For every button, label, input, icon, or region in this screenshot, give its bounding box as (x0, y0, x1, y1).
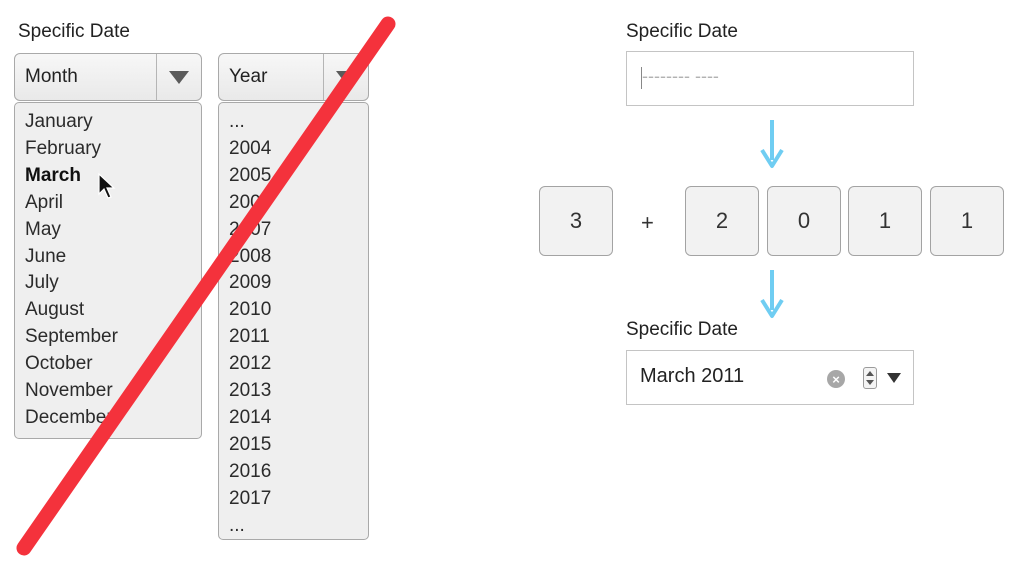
key-2[interactable]: 2 (685, 186, 759, 256)
right-label-top: Specific Date (626, 21, 738, 42)
key-1[interactable]: 1 (848, 186, 922, 256)
spin-up-icon[interactable] (866, 371, 874, 376)
down-arrow-icon (760, 120, 784, 168)
spin-down-icon[interactable] (866, 380, 874, 385)
key-3[interactable]: 3 (539, 186, 613, 256)
plus-sign: + (641, 210, 654, 235)
key-0[interactable]: 0 (767, 186, 841, 256)
date-input-filled[interactable]: March 2011 × (626, 350, 914, 405)
right-label-bottom: Specific Date (626, 319, 738, 340)
clear-icon[interactable]: × (827, 370, 845, 388)
dropdown-triangle-icon[interactable] (887, 373, 901, 383)
date-placeholder: -------- ---- (642, 66, 719, 86)
strike-through-line (16, 16, 396, 556)
down-arrow-icon (760, 270, 784, 318)
key-1-second[interactable]: 1 (930, 186, 1004, 256)
spinner-icon[interactable] (863, 367, 877, 389)
date-value: March 2011 (640, 365, 745, 387)
date-input-empty[interactable]: -------- ---- (626, 51, 914, 106)
